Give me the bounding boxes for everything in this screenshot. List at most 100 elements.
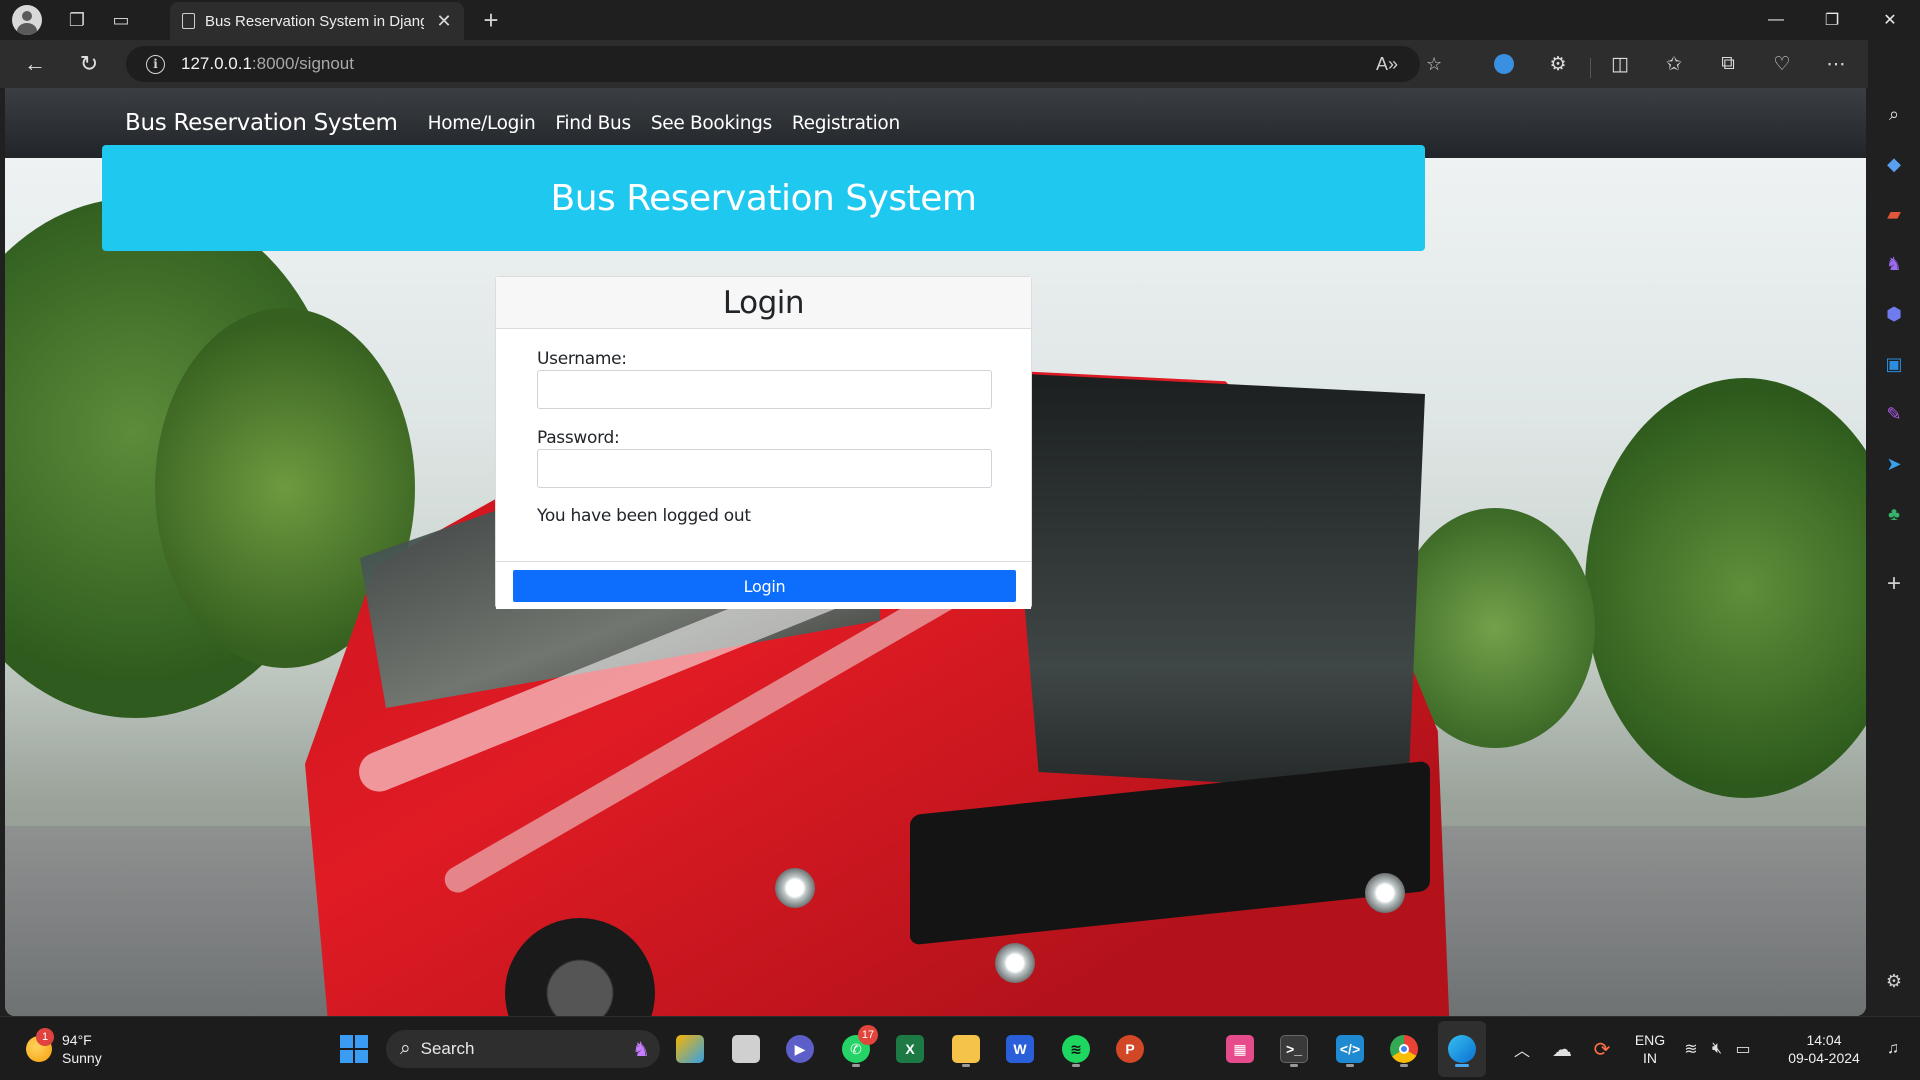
minimize-window-icon[interactable]: — bbox=[1748, 0, 1804, 40]
sidebar-add-icon[interactable]: + bbox=[1879, 569, 1909, 599]
hero-banner: Bus Reservation System bbox=[102, 145, 1425, 251]
running-indicator bbox=[1455, 1064, 1469, 1067]
browser-toolbar: ← ↻ i 127.0.0.1:8000/signout A» ☆ ⚙ ◫ ✩ … bbox=[0, 40, 1920, 88]
sidebar-tree-icon[interactable]: ♣ bbox=[1879, 499, 1909, 529]
volume-muted-icon[interactable]: 🔇︎ bbox=[1704, 1029, 1730, 1069]
address-bar[interactable]: i 127.0.0.1:8000/signout A» ☆ bbox=[126, 46, 1442, 82]
taskbar-file-explorer-app[interactable] bbox=[946, 1029, 986, 1069]
sidebar-send-icon[interactable]: ➤ bbox=[1879, 449, 1909, 479]
clock-date: 09-04-2024 bbox=[1788, 1050, 1860, 1066]
taskbar-chrome-app[interactable] bbox=[1384, 1029, 1424, 1069]
login-card: Login Username: Password: You have been … bbox=[495, 276, 1032, 609]
taskbar-task-view[interactable] bbox=[726, 1029, 766, 1069]
sidebar-games-icon[interactable]: ♞ bbox=[1879, 249, 1909, 279]
profile-avatar-icon[interactable] bbox=[12, 5, 42, 35]
weather-notification-badge: 1 bbox=[36, 1028, 54, 1046]
login-card-footer: Login bbox=[496, 561, 1031, 609]
sidebar-shopping-icon[interactable]: ◆ bbox=[1879, 149, 1909, 179]
favorites-icon[interactable]: ✩ bbox=[1658, 48, 1690, 80]
running-indicator bbox=[1072, 1064, 1080, 1067]
toolbar-separator bbox=[1590, 58, 1591, 78]
taskbar-search[interactable]: ⌕ Search ♞ bbox=[386, 1030, 660, 1068]
taskbar-copilot-app[interactable] bbox=[670, 1029, 710, 1069]
browser-tab-active[interactable]: Bus Reservation System in Djang ✕ bbox=[170, 2, 464, 40]
running-indicator bbox=[1400, 1064, 1408, 1067]
wifi-icon[interactable]: ≋ bbox=[1678, 1029, 1704, 1069]
site-info-icon[interactable]: i bbox=[146, 54, 165, 74]
page-document-icon bbox=[182, 13, 195, 29]
windows-logo-icon bbox=[340, 1035, 368, 1063]
running-indicator bbox=[962, 1064, 970, 1067]
url-host: 127.0.0.1 bbox=[181, 54, 252, 73]
running-indicator bbox=[1346, 1064, 1354, 1067]
new-tab-plus-icon[interactable]: + bbox=[476, 5, 506, 35]
show-hidden-icons-chevron-icon[interactable]: ︿ bbox=[1502, 1029, 1542, 1069]
running-indicator bbox=[1290, 1064, 1298, 1067]
split-screen-icon[interactable]: ◫ bbox=[1604, 48, 1636, 80]
language-region: IN bbox=[1643, 1050, 1657, 1066]
sidebar-settings-icon[interactable]: ⚙ bbox=[1879, 966, 1909, 996]
bus-headlight bbox=[1365, 873, 1405, 913]
login-button[interactable]: Login bbox=[513, 570, 1016, 602]
taskbar-search-label: Search bbox=[420, 1039, 475, 1058]
browser-essentials-icon[interactable]: ♡ bbox=[1766, 48, 1798, 80]
close-window-icon[interactable]: ✕ bbox=[1862, 0, 1918, 40]
extensions-puzzle-icon[interactable]: ⚙ bbox=[1542, 48, 1574, 80]
login-title: Login bbox=[722, 284, 805, 321]
start-button[interactable] bbox=[334, 1029, 374, 1069]
powerpoint-app-icon: P bbox=[1116, 1035, 1144, 1063]
windows-taskbar: 1 94°F Sunny ⌕ Search ♞ ▶ ✆ 17 X W ≋ P ▦… bbox=[0, 1016, 1920, 1080]
taskbar-edge-app[interactable] bbox=[1442, 1029, 1482, 1069]
taskbar-excel-app[interactable]: X bbox=[890, 1029, 930, 1069]
sidebar-search-icon[interactable]: ⌕ bbox=[1879, 99, 1909, 129]
clock[interactable]: 14:04 09-04-2024 bbox=[1776, 1031, 1872, 1067]
sync-icon[interactable]: ⟳ bbox=[1582, 1029, 1622, 1069]
extension-shield-icon[interactable] bbox=[1488, 48, 1520, 80]
taskbar-whatsapp-app[interactable]: ✆ 17 bbox=[836, 1025, 878, 1069]
taskbar-teams-app[interactable]: ▶ bbox=[780, 1029, 820, 1069]
sidebar-designer-icon[interactable]: ✎ bbox=[1879, 399, 1909, 429]
workspaces-icon[interactable]: ❐ bbox=[62, 5, 92, 35]
sidebar-tools-icon[interactable]: ▰ bbox=[1879, 199, 1909, 229]
username-input[interactable] bbox=[537, 370, 992, 409]
vertical-tabs-icon[interactable]: ▭ bbox=[106, 5, 136, 35]
sidebar-outlook-icon[interactable]: ▣ bbox=[1879, 349, 1909, 379]
whatsapp-unread-badge: 17 bbox=[858, 1025, 878, 1045]
clipchamp-app-icon: ▦ bbox=[1226, 1035, 1254, 1063]
read-aloud-icon[interactable]: A» bbox=[1376, 46, 1398, 82]
taskbar-powerpoint-app[interactable]: P bbox=[1110, 1029, 1150, 1069]
restore-window-icon[interactable]: ❐ bbox=[1804, 0, 1860, 40]
weather-temperature: 94°F bbox=[62, 1032, 92, 1048]
more-options-icon[interactable]: ⋯ bbox=[1820, 48, 1852, 80]
teams-app-icon: ▶ bbox=[786, 1035, 814, 1063]
sidebar-microsoft365-icon[interactable]: ⬢ bbox=[1879, 299, 1909, 329]
spotify-app-icon: ≋ bbox=[1062, 1035, 1090, 1063]
favorite-star-icon[interactable]: ☆ bbox=[1426, 46, 1442, 82]
task-view-icon bbox=[732, 1035, 760, 1063]
taskbar-spotify-app[interactable]: ≋ bbox=[1056, 1029, 1096, 1069]
onedrive-cloud-icon[interactable]: ☁ bbox=[1542, 1029, 1582, 1069]
nav-link-see-bookings[interactable]: See Bookings bbox=[651, 113, 772, 134]
weather-widget[interactable]: 1 94°F Sunny bbox=[26, 1028, 102, 1067]
collections-icon[interactable]: ⧉ bbox=[1712, 48, 1744, 80]
nav-link-home-login[interactable]: Home/Login bbox=[428, 113, 536, 134]
taskbar-clipchamp-app[interactable]: ▦ bbox=[1220, 1029, 1260, 1069]
browser-sidebar: ⌕ ◆ ▰ ♞ ⬢ ▣ ✎ ➤ ♣ + ⚙ bbox=[1868, 40, 1920, 1016]
site-brand-link[interactable]: Bus Reservation System bbox=[125, 110, 398, 136]
battery-icon[interactable]: ▭ bbox=[1730, 1029, 1756, 1069]
vscode-app-icon: </> bbox=[1336, 1035, 1364, 1063]
terminal-app-icon: >_ bbox=[1280, 1035, 1308, 1063]
nav-link-find-bus[interactable]: Find Bus bbox=[555, 113, 631, 134]
nav-link-registration[interactable]: Registration bbox=[792, 113, 900, 134]
password-input[interactable] bbox=[537, 449, 992, 488]
language-indicator[interactable]: ENG IN bbox=[1628, 1031, 1672, 1067]
browser-tab-strip: ❐ ▭ Bus Reservation System in Djang ✕ + … bbox=[0, 0, 1920, 40]
chrome-app-icon bbox=[1390, 1035, 1418, 1063]
tab-close-icon[interactable]: ✕ bbox=[434, 11, 454, 32]
taskbar-vscode-app[interactable]: </> bbox=[1330, 1029, 1370, 1069]
taskbar-terminal-app[interactable]: >_ bbox=[1274, 1029, 1314, 1069]
taskbar-word-app[interactable]: W bbox=[1000, 1029, 1040, 1069]
back-arrow-icon[interactable]: ← bbox=[18, 48, 52, 80]
notifications-bell-icon[interactable]: ♫ bbox=[1878, 1029, 1908, 1069]
refresh-icon[interactable]: ↻ bbox=[72, 48, 106, 80]
